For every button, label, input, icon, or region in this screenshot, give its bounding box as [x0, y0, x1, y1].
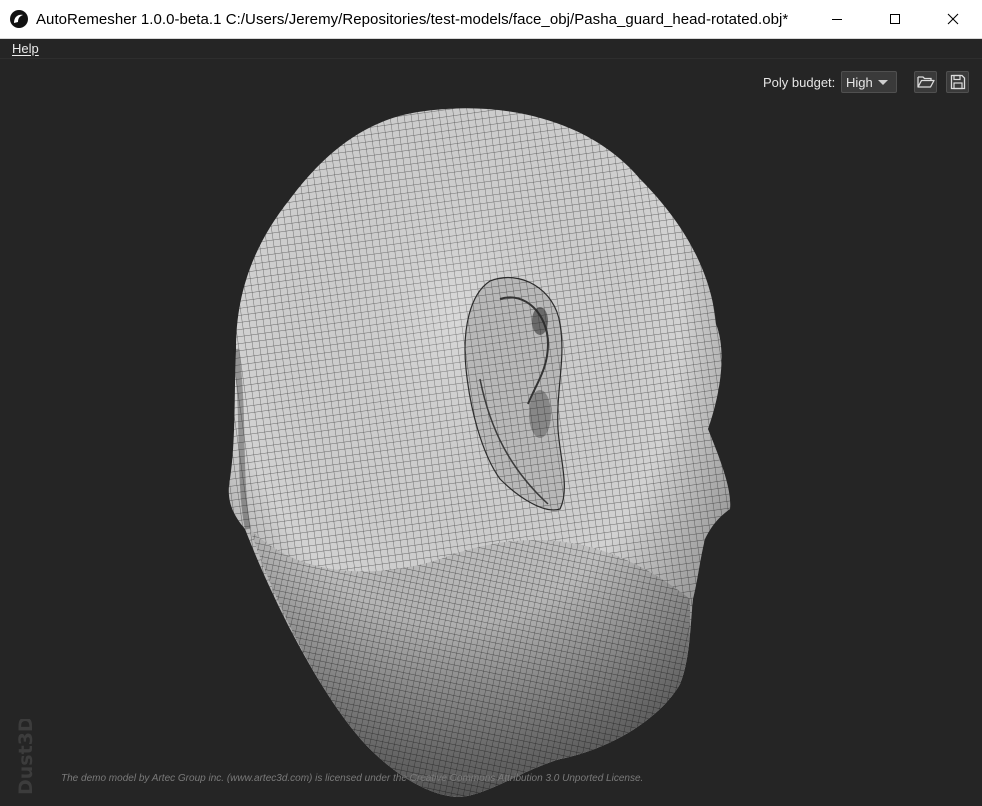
maximize-icon: [890, 14, 900, 24]
head-mesh-model[interactable]: [0, 59, 982, 806]
title-bar[interactable]: AutoRemesher 1.0.0-beta.1 C:/Users/Jerem…: [0, 0, 982, 39]
close-icon: [947, 13, 959, 25]
menu-help[interactable]: Help: [12, 41, 39, 56]
open-file-button[interactable]: [914, 71, 937, 93]
menu-bar: Help: [0, 39, 982, 59]
poly-budget-label: Poly budget:: [763, 75, 836, 90]
maximize-button[interactable]: [866, 0, 924, 38]
minimize-icon: [832, 19, 842, 20]
poly-budget-dropdown[interactable]: High: [841, 71, 897, 93]
3d-viewport[interactable]: Dust3D The demo model by Artec Group inc…: [0, 59, 982, 806]
save-icon: [950, 74, 965, 90]
svg-text:Dust3D: Dust3D: [15, 719, 37, 795]
minimize-button[interactable]: [808, 0, 866, 38]
autoremesher-logo-icon: [10, 10, 28, 28]
window-controls: [808, 0, 982, 38]
window-title: AutoRemesher 1.0.0-beta.1 C:/Users/Jerem…: [36, 10, 789, 28]
poly-budget-value: High: [846, 74, 873, 90]
close-button[interactable]: [924, 0, 982, 38]
dust3d-watermark-icon: Dust3D: [15, 719, 37, 795]
save-file-button[interactable]: [946, 71, 969, 93]
folder-open-icon: [916, 76, 935, 88]
chevron-down-icon: [878, 80, 888, 85]
app-window: AutoRemesher 1.0.0-beta.1 C:/Users/Jerem…: [0, 0, 982, 806]
license-notice: The demo model by Artec Group inc. (www.…: [61, 773, 644, 784]
